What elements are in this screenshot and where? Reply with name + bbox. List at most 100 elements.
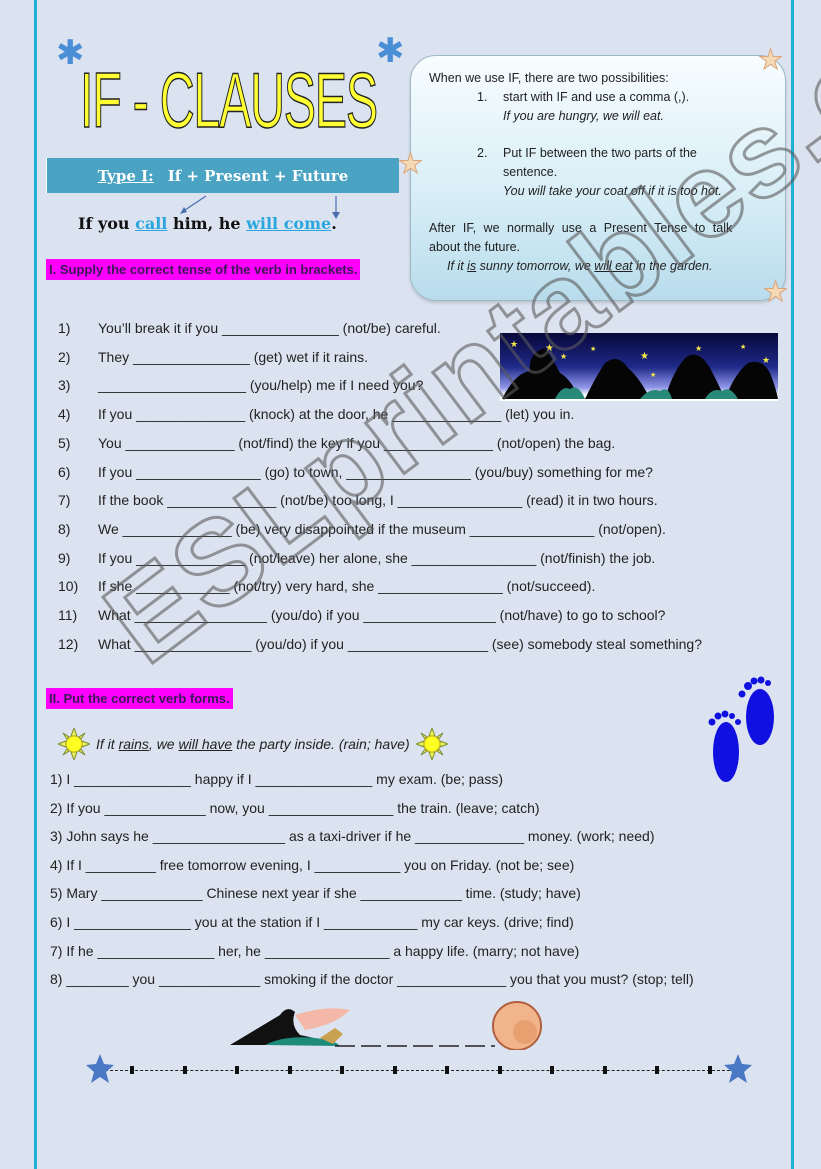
sample-text-part: , we bbox=[148, 736, 179, 752]
item-text[interactable]: If you ________________ (go) to town, __… bbox=[98, 464, 653, 480]
decorative-divider bbox=[100, 1070, 740, 1071]
note-intro: When we use IF, there are two possibilit… bbox=[429, 71, 669, 85]
sample-will-have: will have bbox=[178, 736, 233, 752]
divider-dot bbox=[707, 1066, 712, 1074]
note-final-example: If it is sunny tomorrow, we will eat in … bbox=[447, 259, 712, 273]
exercise2-item[interactable]: 6) I _______________ you at the station … bbox=[50, 914, 574, 930]
blue-star-icon bbox=[724, 1054, 752, 1083]
svg-text:★: ★ bbox=[762, 355, 770, 365]
footprints-icon bbox=[708, 676, 774, 782]
page-title: IF - CLAUSES bbox=[80, 56, 379, 144]
divider-dot bbox=[340, 1066, 344, 1074]
exercise2-item[interactable]: 4) If I _________ free tomorrow evening,… bbox=[50, 857, 574, 873]
item-number: 1) bbox=[58, 320, 71, 336]
exercise2-item[interactable]: 3) John says he _________________ as a t… bbox=[50, 828, 655, 844]
item-text[interactable]: They _______________ (get) wet if it rai… bbox=[98, 349, 368, 365]
arrow-to-call-icon bbox=[181, 195, 207, 213]
note-final-text: If it bbox=[447, 259, 468, 273]
note-final-will-eat: will eat bbox=[594, 259, 633, 273]
item-number: 12) bbox=[58, 635, 79, 652]
sample-rains: rains bbox=[118, 736, 149, 752]
example-text: If you bbox=[78, 214, 136, 233]
divider-dot bbox=[130, 1066, 134, 1074]
sun-icon bbox=[58, 728, 90, 760]
snowflake-icon: ✱ bbox=[376, 32, 405, 70]
sample-text: If it rains, we will have the party insi… bbox=[96, 736, 410, 752]
divider-dot bbox=[550, 1066, 554, 1074]
note-point2-example: You will take your coat off if it is too… bbox=[503, 184, 722, 198]
divider-dot bbox=[182, 1066, 187, 1074]
note-final-is: is bbox=[467, 259, 477, 273]
type-formula: If + Present + Future bbox=[167, 166, 349, 185]
note-point2-line2: sentence. bbox=[503, 165, 558, 179]
item-text[interactable]: What _______________ (you/do) if you ___… bbox=[98, 636, 702, 652]
divider-dot bbox=[655, 1066, 659, 1074]
item-text[interactable]: ___________________ (you/help) me if I n… bbox=[98, 377, 423, 393]
example-text: . bbox=[331, 214, 337, 233]
item-number: 3) bbox=[58, 377, 71, 394]
type-banner: Type I: If + Present + Future bbox=[46, 158, 399, 193]
sample-text-part: the party inside. (rain; have) bbox=[232, 736, 410, 752]
svg-text:★: ★ bbox=[695, 344, 702, 353]
page-border-right bbox=[791, 0, 794, 1169]
item-text[interactable]: What _________________ (you/do) if you _… bbox=[98, 607, 665, 623]
section1-heading: I. Supply the correct tense of the verb … bbox=[46, 259, 361, 280]
item-text[interactable]: If you ______________ (not/leave) her al… bbox=[98, 550, 655, 566]
item-text[interactable]: If she ____________ (not/try) very hard,… bbox=[98, 578, 595, 594]
note-point2-line1: Put IF between the two parts of the bbox=[503, 146, 697, 160]
example-sentence: If you call him, he will come. bbox=[78, 214, 337, 233]
example-verb-present: call bbox=[135, 214, 168, 233]
exercise2-item[interactable]: 7) If he _______________ her, he _______… bbox=[50, 943, 579, 959]
item-text[interactable]: You ______________ (not/find) the key if… bbox=[98, 435, 615, 451]
divider-dot bbox=[602, 1066, 607, 1074]
divider-dot bbox=[287, 1066, 292, 1074]
example-verb-future: will come bbox=[246, 214, 332, 233]
exercise2-item[interactable]: 2) If you _____________ now, you _______… bbox=[50, 800, 540, 816]
divider-dot bbox=[497, 1066, 502, 1074]
grammar-note-box: When we use IF, there are two possibilit… bbox=[410, 55, 786, 301]
example-text: him, he bbox=[167, 214, 247, 233]
exercise2-item[interactable]: 5) Mary _____________ Chinese next year … bbox=[50, 885, 581, 901]
palm-silhouette-icon: ★ ★★ ★★★ ★★★ bbox=[502, 339, 778, 399]
blue-star-icon bbox=[86, 1054, 114, 1083]
item-number: 4) bbox=[58, 406, 71, 423]
exercise2-item[interactable]: 8) ________ you _____________ smoking if… bbox=[50, 971, 694, 987]
page-border-left bbox=[34, 0, 37, 1169]
item-text[interactable]: If you ______________ (knock) at the doo… bbox=[98, 406, 574, 422]
divider-dot bbox=[235, 1066, 239, 1074]
section2-heading: II. Put the correct verb forms. bbox=[46, 688, 233, 709]
item-text[interactable]: We ______________ (be) very disappointed… bbox=[98, 521, 666, 537]
type-label: Type I: bbox=[97, 166, 154, 185]
item-number: 10) bbox=[58, 578, 79, 595]
sun-icon bbox=[415, 728, 448, 760]
item-text[interactable]: You’ll break it if you _______________ (… bbox=[98, 320, 441, 336]
sample-text-part: If it bbox=[96, 736, 119, 752]
exercise2-item[interactable]: 1) I _______________ happy if I ________… bbox=[50, 771, 503, 787]
item-text[interactable]: If the book ______________ (not/be) too … bbox=[98, 492, 658, 508]
note-final-text: in the garden. bbox=[632, 259, 713, 273]
star-icon: ★ bbox=[757, 44, 784, 75]
note-after-line1: After IF, we normally use a Present Tens… bbox=[429, 221, 733, 235]
night-island-picture: ★ ★ ★ ★ ★ ★ ★ ★ ★ bbox=[500, 333, 778, 401]
divider-dot bbox=[392, 1066, 397, 1074]
note-point1-num: 1. bbox=[477, 90, 488, 104]
star-icon: ★ bbox=[762, 276, 789, 307]
svg-text:★: ★ bbox=[640, 351, 649, 362]
item-number: 5) bbox=[58, 434, 71, 451]
cartoon-fishing-picture bbox=[230, 1001, 542, 1050]
item-number: 7) bbox=[58, 492, 71, 509]
divider-dot bbox=[445, 1066, 449, 1074]
svg-text:★: ★ bbox=[650, 371, 656, 379]
star-icon: ★ bbox=[397, 148, 424, 179]
svg-text:★: ★ bbox=[510, 339, 518, 349]
item-number: 11) bbox=[58, 607, 78, 623]
note-final-text: sunny tomorrow, we bbox=[476, 259, 595, 273]
item-number: 9) bbox=[58, 549, 71, 566]
svg-text:★: ★ bbox=[740, 343, 746, 351]
svg-text:★: ★ bbox=[560, 352, 567, 361]
item-number: 6) bbox=[58, 463, 71, 480]
note-point1: start with IF and use a comma (,). bbox=[503, 90, 690, 104]
note-point2-num: 2. bbox=[477, 146, 488, 160]
section2-example: If it rains, we will have the party insi… bbox=[58, 728, 448, 760]
note-point1-example: If you are hungry, we will eat. bbox=[503, 109, 664, 123]
